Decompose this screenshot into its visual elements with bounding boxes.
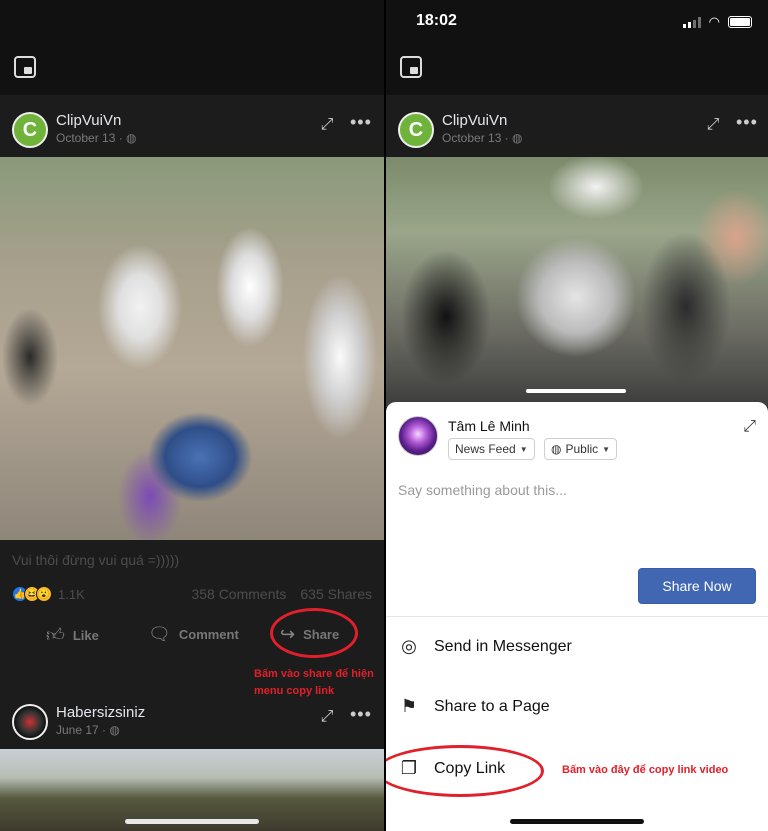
divider: [386, 616, 768, 617]
messenger-icon: ◎: [401, 636, 417, 656]
expand-icon[interactable]: ⤢: [318, 708, 336, 726]
audience-dropdown[interactable]: News Feed ▼: [448, 438, 535, 460]
shares-count[interactable]: 635 Shares: [300, 586, 372, 602]
next-page-avatar[interactable]: [12, 704, 48, 740]
page-avatar[interactable]: C: [398, 112, 434, 148]
next-page-name[interactable]: Habersizsiniz: [56, 704, 145, 721]
share-panel: 18:02 ◠ C ClipVuiVn October 13 · ◍ ⤢ •••…: [386, 0, 768, 831]
top-bar: [0, 0, 384, 95]
video-player[interactable]: [0, 157, 384, 540]
caret-down-icon: ▼: [519, 444, 528, 454]
page-avatar[interactable]: C: [12, 112, 48, 148]
comments-count[interactable]: 358 Comments: [191, 586, 286, 602]
comment-icon: 🗨︎: [148, 624, 171, 644]
globe-icon: ◍: [126, 131, 137, 145]
page-name[interactable]: ClipVuiVn: [442, 112, 507, 129]
share-to-page-option[interactable]: ⚑ Share to a Page: [398, 696, 550, 717]
wifi-icon: ◠: [708, 14, 720, 29]
post-date: October 13 · ◍: [442, 131, 523, 145]
globe-icon: ◍: [512, 131, 523, 145]
globe-icon: ◍: [551, 442, 562, 456]
post-header: C ClipVuiVn October 13 · ◍ ⤢ •••: [386, 104, 768, 156]
page-name[interactable]: ClipVuiVn: [56, 112, 121, 129]
reactions-summary[interactable]: 👍 😆 😮 1.1K: [12, 586, 85, 602]
expand-icon[interactable]: ⤢: [743, 418, 756, 436]
post-date: October 13 · ◍: [56, 131, 137, 145]
sheet-handle[interactable]: [526, 389, 626, 393]
next-post-header: Habersizsiniz June 17 · ◍ ⤢ •••: [0, 696, 384, 748]
picture-in-picture-icon[interactable]: [14, 56, 36, 78]
like-button[interactable]: 👍︎ Like: [46, 624, 99, 646]
expand-icon[interactable]: ⤢: [318, 116, 336, 134]
copy-link-highlight-ring: [386, 745, 544, 797]
globe-icon: ◍: [109, 723, 120, 737]
home-indicator: [125, 819, 259, 824]
status-icons: ◠: [682, 14, 752, 30]
share-annotation: Bấm vào share để hiện menu copy link: [254, 668, 374, 697]
signal-icon: [682, 16, 701, 28]
caret-down-icon: ▼: [602, 444, 611, 454]
video-player[interactable]: [386, 157, 768, 407]
more-options-icon[interactable]: •••: [350, 704, 372, 725]
post-header: C ClipVuiVn October 13 · ◍ ⤢ •••: [0, 104, 384, 156]
expand-icon[interactable]: ⤢: [704, 116, 722, 134]
wow-reaction-icon: 😮: [36, 586, 52, 602]
battery-icon: [728, 16, 752, 28]
home-indicator: [510, 819, 644, 824]
post-caption: Vui thôi đừng vui quá =))))): [12, 552, 180, 568]
next-post-date: June 17 · ◍: [56, 723, 120, 737]
share-highlight-ring: [270, 608, 358, 658]
picture-in-picture-icon[interactable]: [400, 56, 422, 78]
engagement-counts: 358 Comments 635 Shares: [191, 586, 372, 602]
send-in-messenger-option[interactable]: ◎ Send in Messenger: [398, 636, 572, 657]
more-options-icon[interactable]: •••: [736, 112, 758, 133]
status-time: 18:02: [416, 12, 457, 29]
share-message-input[interactable]: Say something about this...: [398, 482, 567, 498]
more-options-icon[interactable]: •••: [350, 112, 372, 133]
share-now-button[interactable]: Share Now: [638, 568, 756, 604]
user-name: Tâm Lê Minh: [448, 418, 530, 434]
comment-button[interactable]: 🗨︎ Comment: [148, 624, 239, 645]
copy-link-annotation: Bấm vào đây để copy link video: [562, 764, 729, 776]
thumbs-up-icon: 👍︎: [46, 625, 65, 645]
reaction-count: 1.1K: [58, 586, 85, 602]
flag-icon: ⚑: [400, 696, 418, 716]
top-bar: 18:02 ◠: [386, 0, 768, 95]
feed-panel: C ClipVuiVn October 13 · ◍ ⤢ ••• Vui thô…: [0, 0, 384, 831]
user-avatar: [398, 416, 438, 456]
share-sheet: Tâm Lê Minh News Feed ▼ ◍ Public ▼ ⤢ Say…: [386, 402, 768, 831]
privacy-dropdown[interactable]: ◍ Public ▼: [544, 438, 618, 460]
